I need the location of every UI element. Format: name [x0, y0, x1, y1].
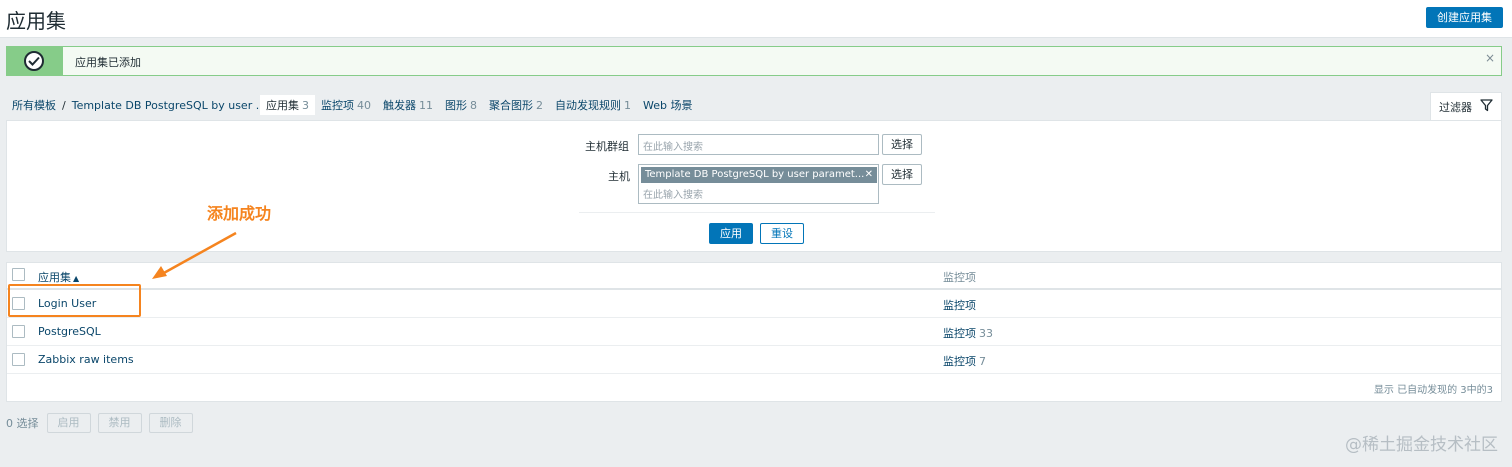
page-header: 应用集 创建应用集: [0, 0, 1512, 38]
tab-discovery-rules[interactable]: 自动发现规则 1: [549, 95, 637, 115]
column-header-name[interactable]: 应用集 ▲: [38, 269, 79, 285]
applications-table: 应用集 ▲ 监控项 Login User 监控项 PostgreSQL 监控项 33…: [6, 262, 1502, 402]
host-select-button[interactable]: 选择: [882, 164, 922, 185]
host-group-select-button[interactable]: 选择: [882, 134, 922, 155]
items-cell: 监控项 33: [943, 325, 993, 341]
items-link[interactable]: 监控项: [943, 355, 976, 368]
host-label: 主机: [608, 170, 630, 183]
tab-label: 图形: [445, 99, 467, 112]
filter-toggle-tab[interactable]: 过滤器: [1430, 92, 1502, 120]
table-row: Zabbix raw items 监控项 7: [7, 346, 1501, 374]
selected-count: 0 选择: [6, 417, 39, 430]
row-checkbox[interactable]: [12, 353, 25, 366]
page-title: 应用集: [6, 9, 66, 33]
items-count: 7: [979, 355, 986, 368]
tab-count: 3: [302, 99, 309, 112]
host-group-label: 主机群组: [585, 140, 629, 153]
table-row: Login User 监控项: [7, 290, 1501, 318]
annotation-arrow-icon: [152, 231, 237, 279]
create-application-button[interactable]: 创建应用集: [1426, 7, 1503, 28]
tab-triggers[interactable]: 触发器 11: [377, 95, 439, 115]
host-group-input[interactable]: 在此输入搜索: [638, 134, 879, 155]
application-name-link[interactable]: Zabbix raw items: [38, 353, 134, 366]
table-row: PostgreSQL 监控项 33: [7, 318, 1501, 346]
breadcrumb: 所有模板 / Template DB PostgreSQL by user ..…: [12, 97, 266, 113]
filter-icon: [1480, 99, 1493, 112]
host-multiselect[interactable]: Template DB PostgreSQL by user paramet..…: [638, 164, 879, 204]
watermark: @稀土掘金技术社区: [1345, 435, 1498, 455]
column-header-label: 应用集: [38, 271, 71, 284]
filter-tab-label: 过滤器: [1439, 101, 1472, 114]
tab-label: 聚合图形: [489, 99, 533, 112]
tab-label: 触发器: [383, 99, 416, 112]
host-tag: Template DB PostgreSQL by user paramet..…: [641, 167, 877, 183]
bulk-actions-bar: 0 选择 启用 禁用 删除: [6, 413, 200, 433]
tab-count: 2: [536, 99, 543, 112]
select-all-checkbox[interactable]: [12, 268, 25, 281]
tab-screens[interactable]: 聚合图形 2: [483, 95, 549, 115]
annotation-text: 添加成功: [207, 204, 272, 223]
tab-label: Web 场景: [643, 99, 693, 112]
apply-button[interactable]: 应用: [709, 223, 753, 244]
sort-ascending-icon: ▲: [73, 274, 80, 283]
navigation-bar: 所有模板 / Template DB PostgreSQL by user ..…: [6, 92, 1502, 120]
tab-bar: 应用集 3 监控项 40 触发器 11 图形 8 聚合图形 2 自动发现规则 1 Web 场…: [260, 95, 698, 115]
close-icon[interactable]: ×: [1485, 51, 1495, 65]
disable-button[interactable]: 禁用: [97, 413, 142, 433]
column-header-items: 监控项: [943, 271, 976, 284]
breadcrumb-separator: /: [62, 98, 66, 112]
annotation-highlight-box: [8, 284, 141, 317]
host-input-placeholder[interactable]: 在此输入搜索: [643, 186, 703, 201]
items-cell: 监控项 7: [943, 353, 986, 369]
remove-tag-icon[interactable]: ✕: [865, 167, 873, 183]
tab-applications[interactable]: 应用集 3: [260, 95, 315, 115]
tab-label: 应用集: [266, 99, 299, 112]
tab-count: 40: [357, 99, 371, 112]
tab-web-scenarios[interactable]: Web 场景: [637, 95, 698, 115]
enable-button[interactable]: 启用: [46, 413, 91, 433]
tab-items[interactable]: 监控项 40: [315, 95, 377, 115]
success-message: 应用集已添加 ×: [6, 46, 1502, 76]
table-paging-info: 显示 已自动发现的 3中的3: [1373, 385, 1493, 396]
application-name-link[interactable]: PostgreSQL: [38, 325, 101, 338]
row-checkbox[interactable]: [12, 325, 25, 338]
delete-button[interactable]: 删除: [148, 413, 193, 433]
items-cell: 监控项: [943, 297, 979, 313]
filter-divider: [579, 212, 935, 213]
tab-label: 自动发现规则: [555, 99, 621, 112]
check-circle-icon: [24, 51, 44, 71]
items-count: 33: [979, 327, 993, 340]
breadcrumb-all-templates[interactable]: 所有模板: [12, 97, 56, 113]
tab-count: 11: [419, 99, 433, 112]
items-link[interactable]: 监控项: [943, 327, 976, 340]
tab-label: 监控项: [321, 99, 354, 112]
message-icon-box: [7, 47, 63, 75]
reset-button[interactable]: 重设: [760, 223, 804, 244]
host-tag-label: Template DB PostgreSQL by user paramet..…: [645, 169, 865, 180]
message-text: 应用集已添加: [75, 56, 141, 69]
tab-graphs[interactable]: 图形 8: [439, 95, 483, 115]
items-link[interactable]: 监控项: [943, 299, 976, 312]
breadcrumb-template[interactable]: Template DB PostgreSQL by user ...: [72, 99, 266, 112]
tab-count: 8: [470, 99, 477, 112]
tab-count: 1: [624, 99, 631, 112]
